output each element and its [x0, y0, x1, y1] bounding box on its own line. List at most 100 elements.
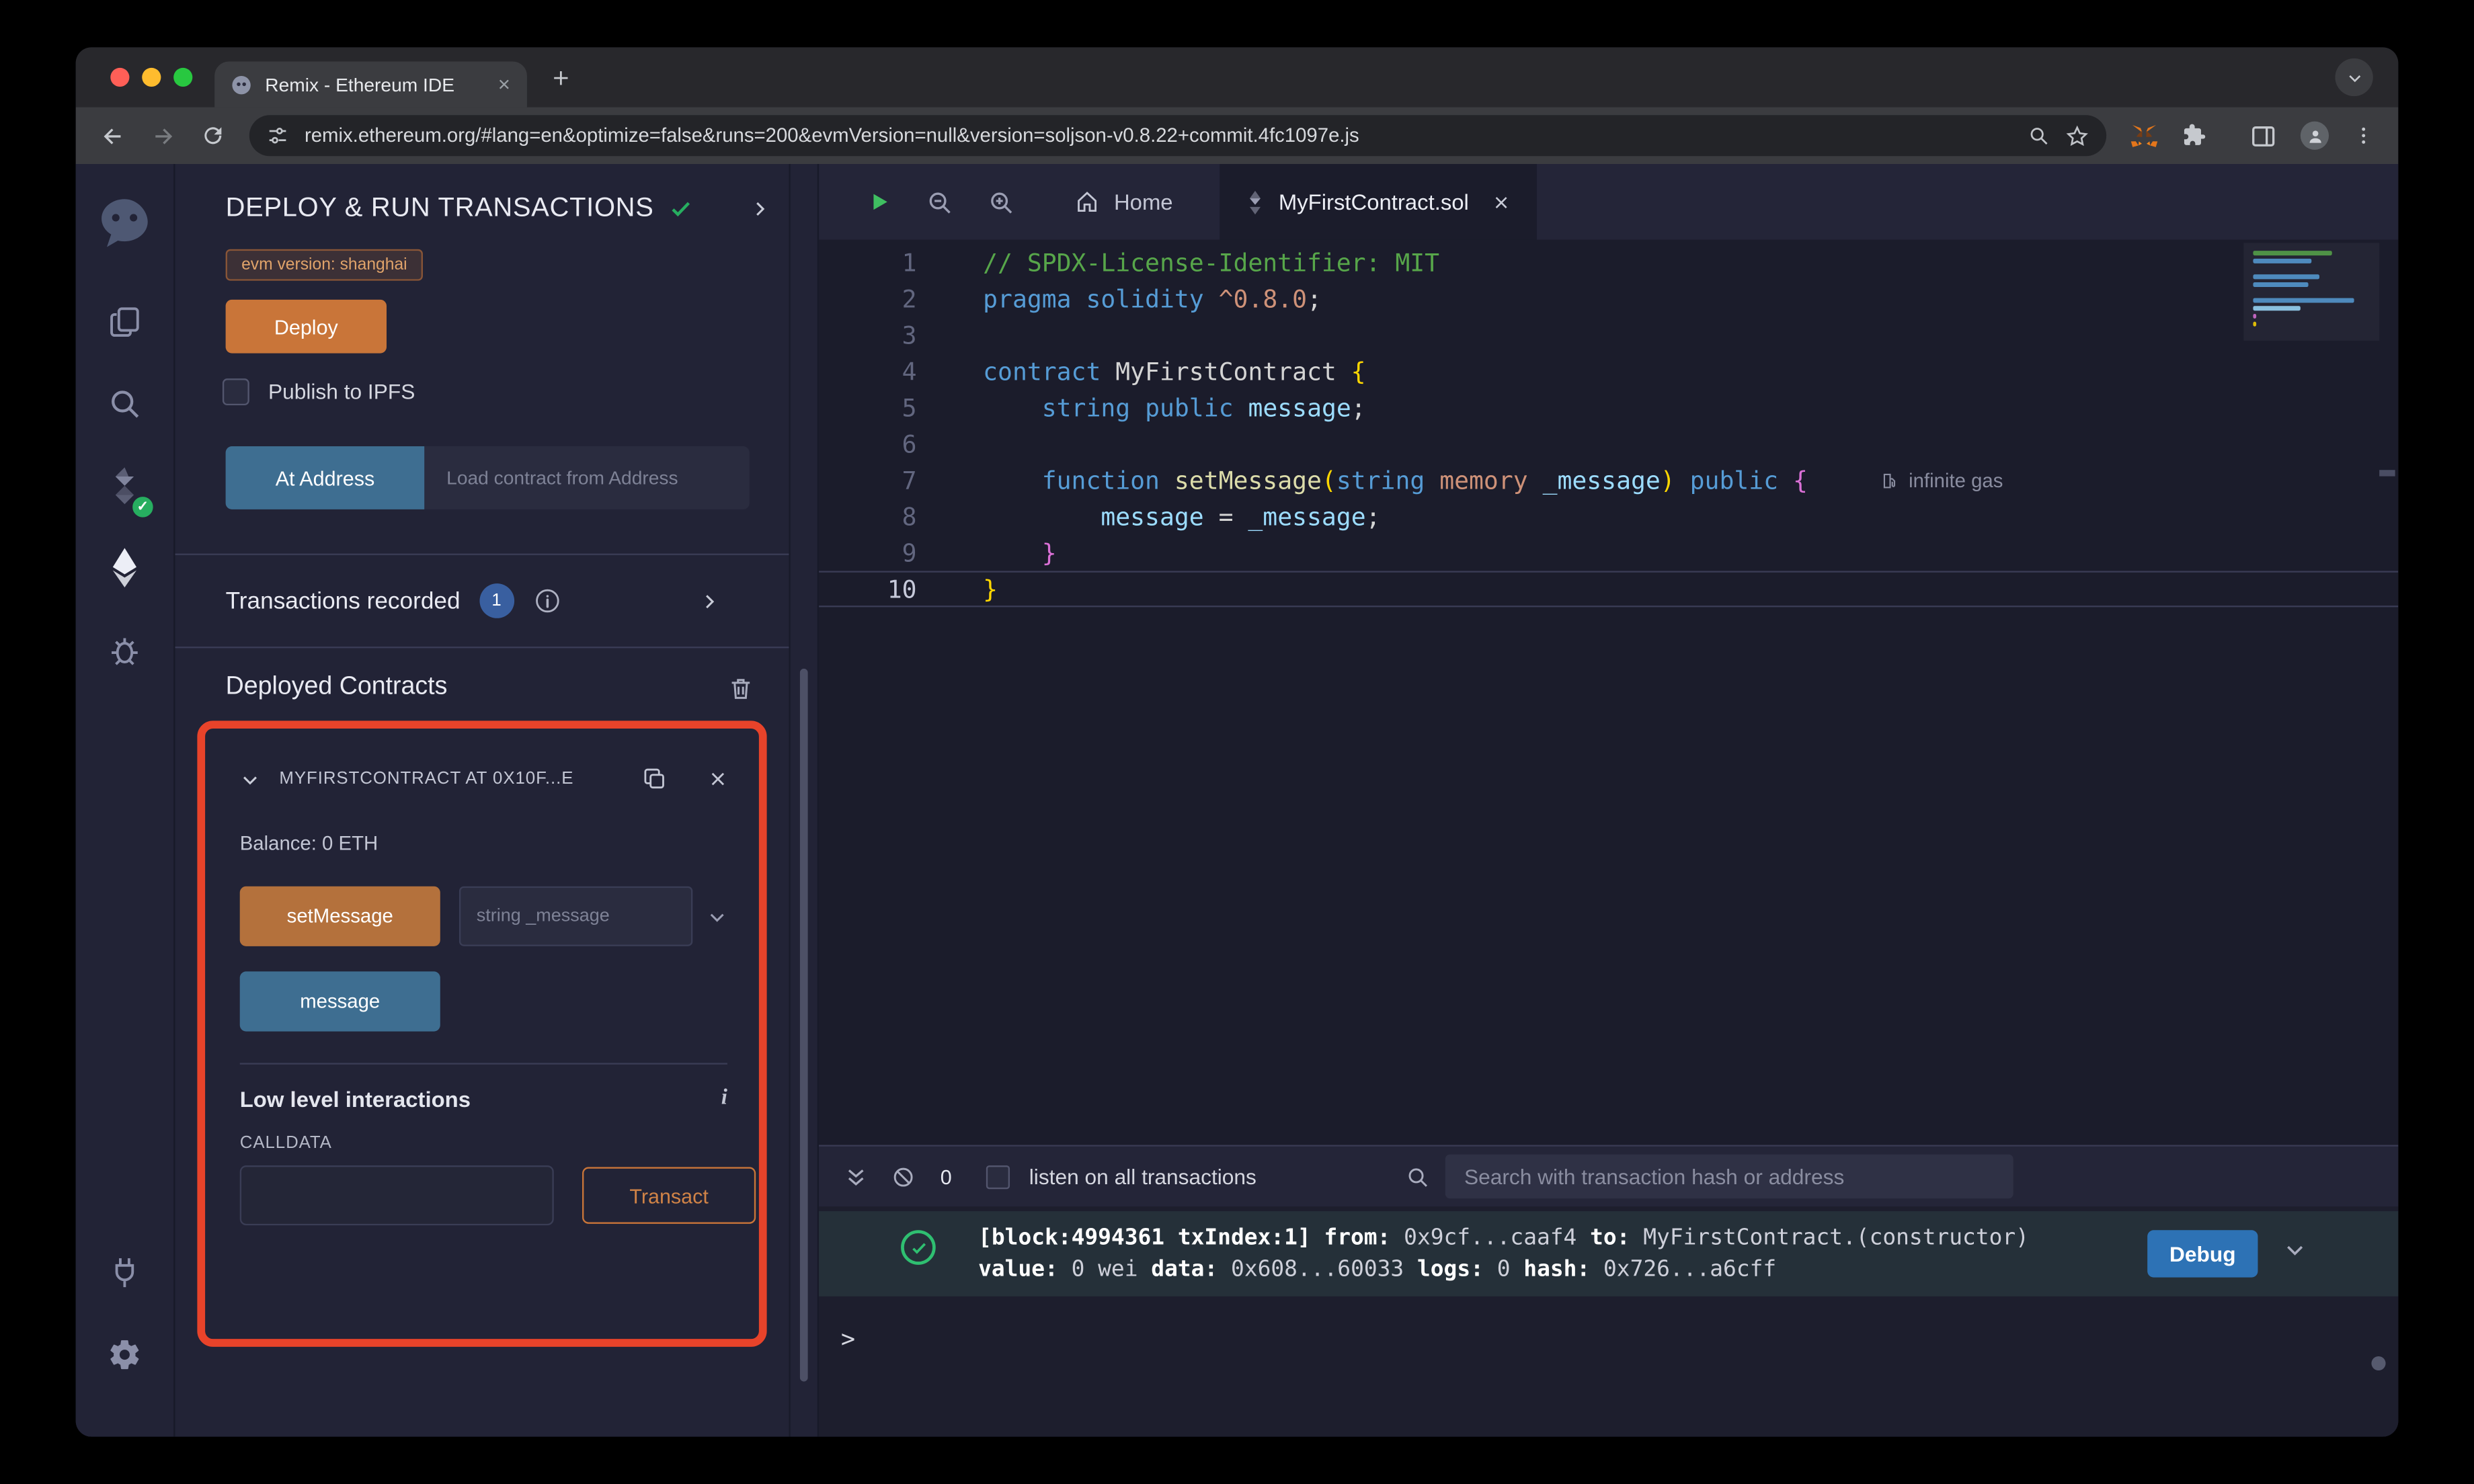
code-line-5[interactable]: 5 string public message; [819, 390, 2398, 426]
browser-tab[interactable]: Remix - Ethereum IDE [214, 61, 527, 108]
expand-params-chevron-icon[interactable] [707, 906, 727, 927]
line-number: 1 [902, 248, 917, 277]
info-icon[interactable] [533, 587, 561, 615]
new-tab-button[interactable] [540, 56, 581, 97]
expand-log-chevron-icon[interactable] [2283, 1238, 2307, 1262]
solidity-compiler-icon[interactable]: ✓ [76, 445, 174, 527]
solidity-file-icon [1247, 190, 1265, 214]
code-line-7[interactable]: 7 function setMessage(string memory _mes… [819, 462, 2398, 499]
remix-app: ✓ DEPLOY & RUN TRANSACTIONS evm version:… [75, 164, 2399, 1437]
calldata-input[interactable] [239, 1165, 554, 1226]
line-number: 4 [902, 357, 917, 386]
terminal-prompt[interactable]: > [841, 1325, 2398, 1353]
forward-button[interactable] [150, 122, 177, 149]
terminal-scrollbar-thumb[interactable] [2371, 1356, 2386, 1371]
bookmark-star-icon[interactable] [2065, 124, 2089, 147]
file-explorer-icon[interactable] [76, 281, 174, 363]
evm-version-badge: evm version: shanghai [225, 249, 424, 281]
code-line-8[interactable]: 8 message = _message; [819, 498, 2398, 534]
collapse-terminal-icon[interactable] [844, 1165, 868, 1188]
terminal-search-input[interactable] [1445, 1154, 2013, 1199]
profile-avatar[interactable] [2300, 121, 2329, 150]
copy-address-icon[interactable] [642, 766, 668, 792]
remix-logo[interactable] [76, 179, 174, 267]
browser-window: Remix - Ethereum IDE remix.ethereum.org/… [75, 47, 2399, 1437]
panel-header: DEPLOY & RUN TRANSACTIONS [226, 190, 770, 227]
listen-transactions-checkbox[interactable] [986, 1164, 1010, 1189]
side-panel-toggle-icon[interactable] [2250, 122, 2277, 149]
line-number: 6 [902, 429, 917, 458]
remove-instance-close-icon[interactable] [709, 770, 727, 788]
minimize-window-button[interactable] [142, 67, 161, 87]
set-message-row: setMessage [239, 886, 727, 946]
zoom-out-icon[interactable] [926, 188, 953, 215]
compile-success-badge: ✓ [132, 497, 153, 518]
code-line-10[interactable]: 10} [819, 571, 2399, 608]
close-window-button[interactable] [110, 67, 130, 87]
tab-close-icon[interactable] [1492, 193, 1510, 210]
line-number: 7 [902, 466, 917, 495]
code-line-6[interactable]: 6 [819, 426, 2398, 462]
code-line-1[interactable]: 1// SPDX-License-Identifier: MIT [819, 245, 2398, 281]
editor-tabbar: Home MyFirstContract.sol [819, 164, 2399, 240]
transactions-chevron-right-icon[interactable] [699, 591, 720, 612]
line-number: 3 [902, 321, 917, 349]
minimap[interactable] [2253, 251, 2370, 329]
tab-home[interactable]: Home [1049, 164, 1198, 240]
publish-ipfs-checkbox[interactable] [222, 378, 249, 406]
message-getter-button[interactable]: message [239, 971, 440, 1032]
remix-favicon [231, 73, 253, 95]
deploy-run-icon[interactable] [76, 527, 174, 609]
run-script-play-icon[interactable] [866, 190, 891, 215]
trash-icon[interactable] [727, 674, 754, 701]
contract-expand-chevron-icon[interactable] [240, 769, 261, 790]
deploy-button[interactable]: Deploy [225, 299, 387, 354]
code-line-3[interactable]: 3 [819, 317, 2398, 354]
plugin-manager-icon[interactable] [76, 1232, 174, 1314]
log-line-1: [block:4994361 txIndex:1] from: 0x9cf...… [978, 1225, 2029, 1251]
log-line-2: value: 0 wei data: 0x608...60033 logs: 0… [978, 1257, 1777, 1282]
chevron-down-icon [2348, 74, 2360, 82]
at-address-input[interactable]: Load contract from Address [424, 446, 750, 509]
set-message-button[interactable]: setMessage [239, 886, 440, 946]
search-icon[interactable] [76, 363, 174, 445]
debugger-icon[interactable] [76, 609, 174, 691]
code-editor[interactable]: 1// SPDX-License-Identifier: MIT 2 pragma … [819, 239, 2399, 1145]
url-bar[interactable]: remix.ethereum.org/#lang=en&optimize=fal… [249, 115, 2107, 157]
debug-button[interactable]: Debug [2147, 1230, 2258, 1278]
panel-chevron-right-icon[interactable] [750, 198, 770, 218]
at-address-button[interactable]: At Address [225, 446, 425, 509]
site-settings-icon[interactable] [267, 124, 289, 147]
url-text[interactable]: remix.ethereum.org/#lang=en&optimize=fal… [305, 124, 2011, 147]
tab-search-button[interactable] [2335, 58, 2373, 97]
clear-console-ban-icon[interactable] [891, 1165, 915, 1188]
panel-scrollbar-thumb[interactable] [799, 668, 808, 1382]
settings-gear-icon[interactable] [76, 1314, 174, 1396]
code-line-9[interactable]: 9 } [819, 534, 2398, 571]
tab-close-icon[interactable] [497, 77, 511, 91]
transact-button[interactable]: Transact [582, 1167, 756, 1224]
metamask-fox-icon[interactable] [2130, 122, 2158, 150]
divider [239, 1063, 727, 1065]
tab-myfirstcontract[interactable]: MyFirstContract.sol [1220, 164, 1537, 240]
set-message-input[interactable] [458, 886, 693, 946]
browser-menu-dots-icon[interactable] [2352, 124, 2375, 147]
desktop: Remix - Ethereum IDE remix.ethereum.org/… [0, 0, 2474, 1484]
extensions-puzzle-icon[interactable] [2182, 123, 2208, 149]
zoom-in-icon[interactable] [988, 188, 1014, 215]
transaction-log-text: [block:4994361 txIndex:1] from: 0x9cf...… [978, 1222, 2137, 1285]
code-line-4[interactable]: 4 contract MyFirstContract { [819, 354, 2398, 390]
line-number: 8 [902, 502, 917, 531]
browser-tabstrip: Remix - Ethereum IDE [75, 47, 2399, 108]
zoom-page-icon[interactable] [2028, 124, 2050, 147]
back-button[interactable] [99, 122, 126, 149]
transaction-log-row[interactable]: [block:4994361 txIndex:1] from: 0x9cf...… [819, 1211, 2399, 1296]
low-level-info-icon[interactable]: i [721, 1087, 727, 1112]
browser-toolbar: remix.ethereum.org/#lang=en&optimize=fal… [75, 107, 2399, 165]
maximize-window-button[interactable] [173, 67, 193, 87]
calldata-row: Transact [239, 1165, 756, 1226]
reload-button[interactable] [200, 123, 226, 149]
panel-title: DEPLOY & RUN TRANSACTIONS [225, 192, 654, 222]
profile-icon [2309, 130, 2321, 142]
code-line-2[interactable]: 2 pragma solidity ^0.8.0; [819, 281, 2398, 317]
